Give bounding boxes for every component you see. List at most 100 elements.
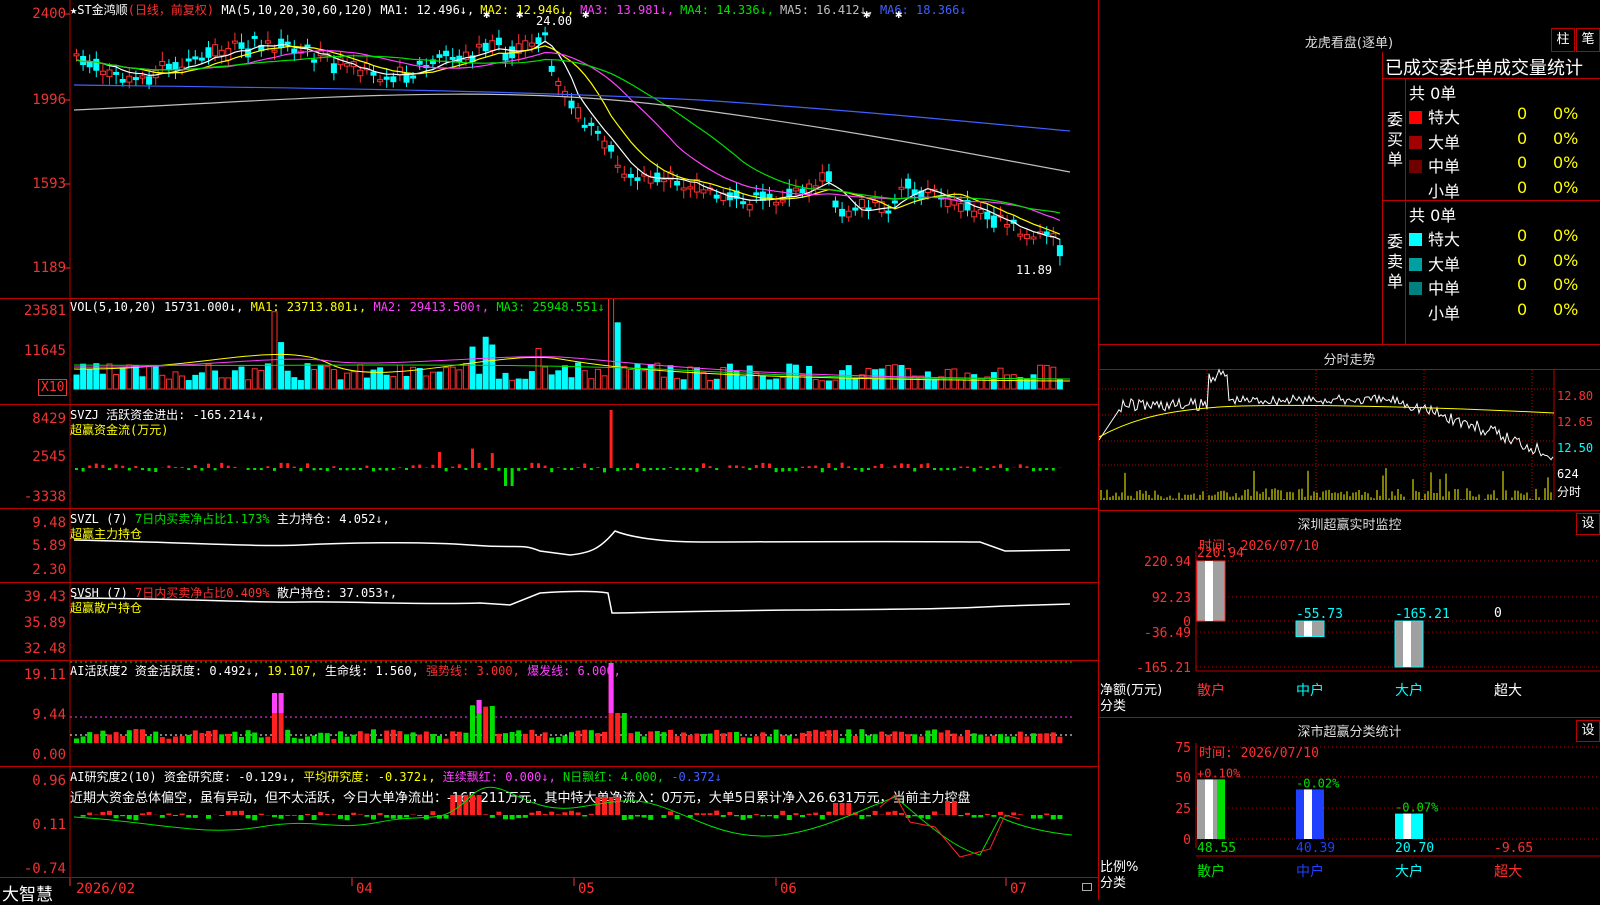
volume-chart[interactable] xyxy=(0,299,1098,404)
flow-bar xyxy=(920,464,923,468)
active-bar xyxy=(186,735,191,743)
kline-chart[interactable]: ✱✱✱✱✱ xyxy=(0,0,1098,298)
intraday-chart[interactable] xyxy=(1099,345,1600,510)
research-bar xyxy=(404,815,409,817)
candle-body xyxy=(312,60,317,62)
active-bar xyxy=(793,739,798,743)
flow-bar xyxy=(676,468,679,470)
active-bar xyxy=(754,736,759,743)
kline-panel[interactable]: ★ST金鸿顺(日线，前复权) MA(5,10,20,30,60,120) MA1… xyxy=(0,0,1098,299)
flow-bar xyxy=(590,468,593,470)
research-bar xyxy=(767,815,772,816)
research-bar xyxy=(747,815,752,818)
vol-bar xyxy=(180,376,185,389)
svsh-chart[interactable] xyxy=(0,583,1098,660)
flow-bar xyxy=(1045,468,1048,470)
vol-bar xyxy=(774,379,779,389)
svzj-chart[interactable] xyxy=(0,405,1098,508)
flow-bar xyxy=(379,468,382,470)
flow-bar xyxy=(834,468,837,470)
active-bar xyxy=(780,735,785,743)
vol-bar xyxy=(338,380,343,389)
vol-bar xyxy=(496,379,501,389)
price-line xyxy=(1099,370,1553,460)
flow-bar xyxy=(504,468,507,486)
row-count: 0 xyxy=(1517,251,1527,270)
candle-body xyxy=(754,193,759,195)
research-bar xyxy=(173,815,178,816)
vol-bar xyxy=(675,378,680,389)
volume-panel[interactable]: VOL(5,10,20) 15731.000↓, MA1: 23713.801↓… xyxy=(0,299,1098,405)
flow-bar xyxy=(108,468,111,470)
ai-research-panel[interactable]: AI研究度2(10) 资金研究度: -0.129↓, 平均研究度: -0.372… xyxy=(0,767,1098,878)
candle-body xyxy=(147,77,152,84)
candle-body xyxy=(87,62,92,67)
sz-class-chart[interactable]: 7550250+0.10%48.55散户-0.02%40.39中户-0.07%2… xyxy=(1099,718,1600,900)
research-bar xyxy=(760,815,765,816)
flow-bar xyxy=(478,463,481,468)
svzl-panel[interactable]: SVZL (7) 7日内买卖净占比1.173% 主力持仓: 4.052↓, 超赢… xyxy=(0,509,1098,583)
active-bar xyxy=(153,732,158,743)
sz-class-panel[interactable]: 深市超赢分类统计 设 时间: 2026/07/10 比例% 分类 7550250… xyxy=(1099,718,1600,900)
active-bar xyxy=(331,739,336,743)
research-bar xyxy=(866,815,871,816)
flow-bar xyxy=(926,463,929,468)
research-bar xyxy=(279,815,284,819)
flow-bar xyxy=(973,468,976,471)
candle-body xyxy=(345,64,350,66)
research-bar xyxy=(576,812,581,815)
active-bar xyxy=(840,738,845,743)
svsh-panel[interactable]: SVSH (7) 7日内买卖净占比0.409% 散户持仓: 37.053↑, 超… xyxy=(0,583,1098,661)
ma-line xyxy=(77,46,1060,234)
bar-toggle-button[interactable]: 柱 xyxy=(1551,28,1575,52)
svzj-panel[interactable]: SVZJ 活跃资金进出: -165.214↓, 超赢资金流(万元) 8429 2… xyxy=(0,405,1098,509)
sz-monitor-panel[interactable]: 深圳超赢实时监控 设 时间: 2026/07/10 净额(万元) 分类 220.… xyxy=(1099,511,1600,718)
active-bar xyxy=(430,734,435,743)
flow-bar xyxy=(610,410,613,468)
active-bar xyxy=(562,735,567,743)
active-bar xyxy=(114,732,119,743)
sz-monitor-chart[interactable]: 220.9492.230-36.49-165.21220.94散户-55.73中… xyxy=(1099,511,1600,717)
active-bar xyxy=(345,737,350,743)
intraday-panel[interactable]: 分时走势 12.80 12.65 12.50 624 分时 xyxy=(1099,345,1600,511)
vol-bar xyxy=(325,366,330,389)
active-bar xyxy=(807,731,812,743)
active-bar xyxy=(965,730,970,743)
candle-body xyxy=(219,50,224,55)
flow-bar xyxy=(273,468,276,471)
vol-bar xyxy=(81,364,86,389)
research-bar xyxy=(232,811,237,815)
flow-bar xyxy=(913,468,916,472)
candle-body xyxy=(483,43,488,50)
candle-body xyxy=(133,78,138,80)
flow-bar xyxy=(933,468,936,470)
vol-bar xyxy=(331,370,336,389)
active-bar xyxy=(444,739,449,743)
row-name: 中单 xyxy=(1428,279,1460,298)
vol-bar xyxy=(444,368,449,389)
active-bar xyxy=(490,706,495,743)
active-bar xyxy=(206,731,211,743)
active-bar xyxy=(404,734,409,743)
row-count: 0 xyxy=(1517,129,1527,148)
research-bar xyxy=(899,813,904,815)
ai-active-chart[interactable] xyxy=(0,661,1098,766)
active-bar xyxy=(1031,733,1036,743)
pen-toggle-button[interactable]: 笔 xyxy=(1576,28,1600,52)
flow-bar xyxy=(596,467,599,468)
longhu-panel: 龙虎看盘(逐单) 柱 笔 已成交委托单成交量统计 委买单 委卖单 共 0单 共 … xyxy=(1099,0,1600,345)
candle-body xyxy=(331,64,336,73)
longhu-col-divider xyxy=(1405,78,1406,344)
active-bar xyxy=(694,734,699,743)
active-bar xyxy=(94,734,99,743)
flow-bar xyxy=(986,468,989,470)
ai-research-chart[interactable] xyxy=(0,767,1098,877)
ai-active-panel[interactable]: AI活跃度2 资金活跃度: 0.492↓, 19.107, 生命线: 1.560… xyxy=(0,661,1098,767)
svzl-chart[interactable] xyxy=(0,509,1098,582)
vol-bar xyxy=(87,369,92,389)
category-label: 超大 xyxy=(1494,864,1522,880)
vol-bar xyxy=(351,372,356,389)
flow-bar xyxy=(662,468,665,470)
candle-body xyxy=(114,72,119,74)
vol-bar xyxy=(153,367,158,389)
